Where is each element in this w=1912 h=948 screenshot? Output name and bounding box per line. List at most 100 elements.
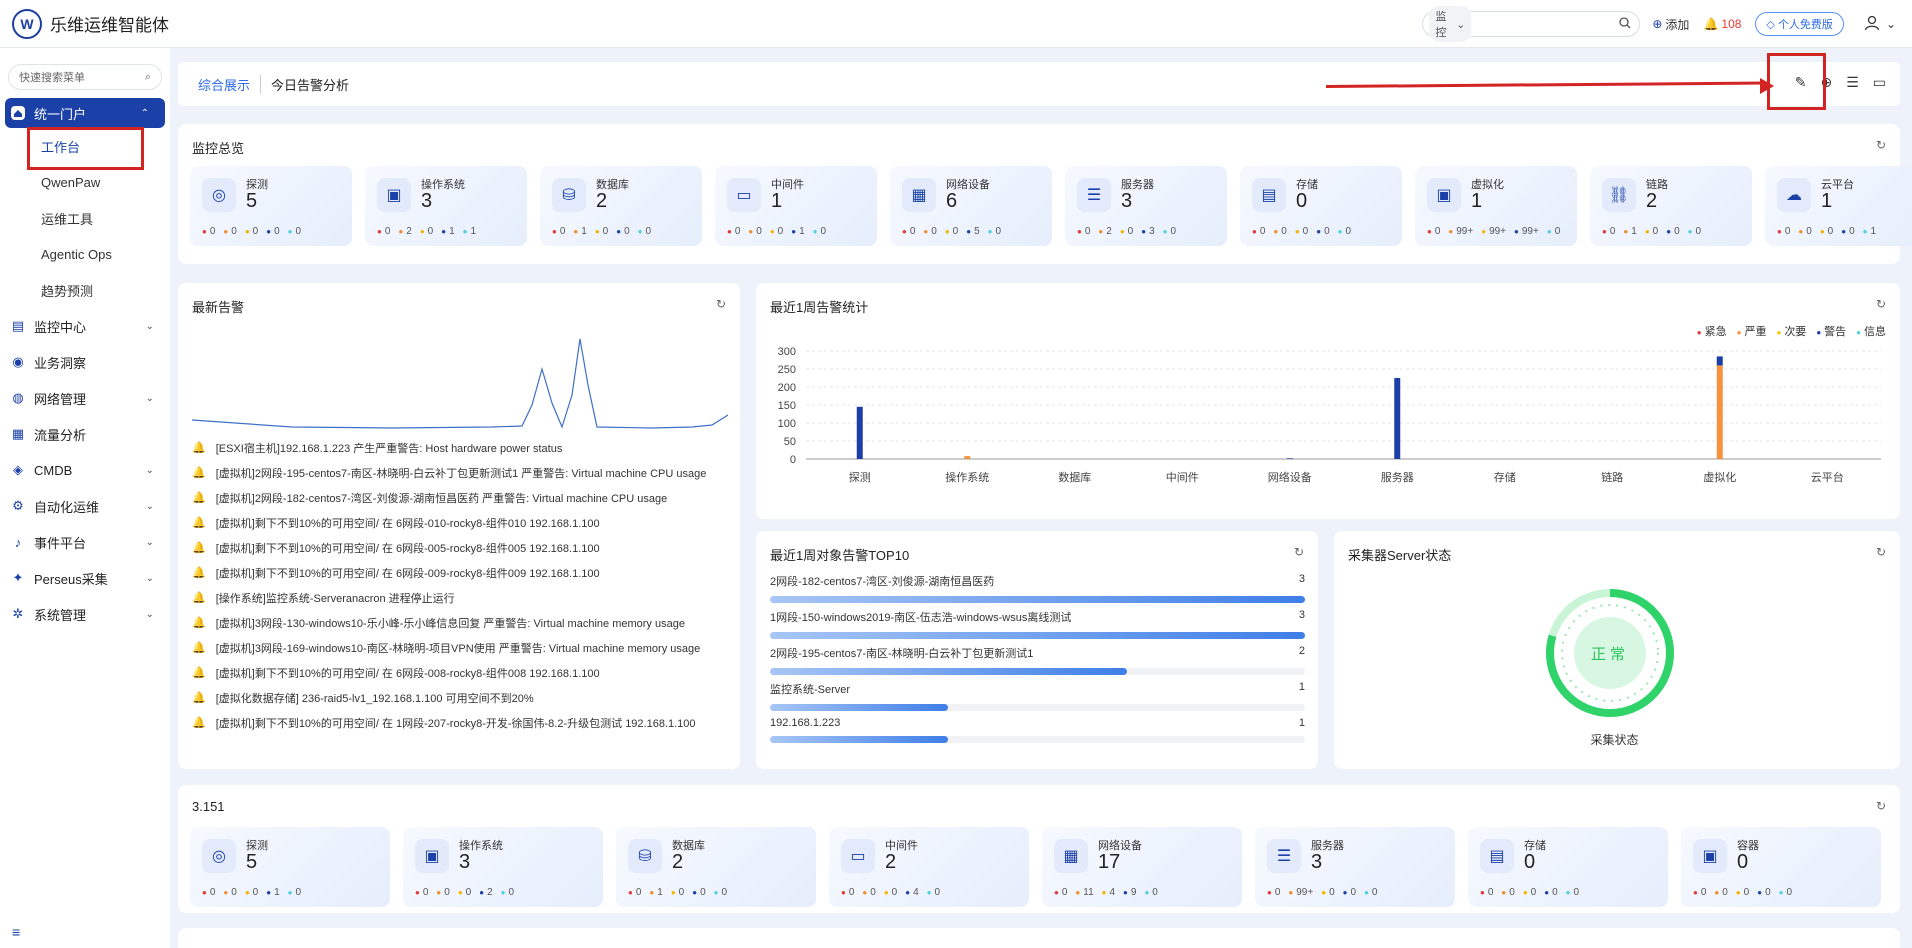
- severity-count: 0: [1841, 226, 1855, 237]
- alert-item[interactable]: 🔔 [虚拟机]剩下不到10%的可用空间/ 在 6网段-008-rocky8-组件0…: [192, 660, 706, 685]
- severity-count: 0: [1666, 226, 1680, 237]
- sidebar-item-system[interactable]: ✲ 系统管理 ⌄: [0, 596, 170, 632]
- next-section-card: [178, 928, 1900, 948]
- stat-card[interactable]: ▭中间件200040: [829, 827, 1029, 907]
- tab-overview[interactable]: 综合展示: [188, 74, 262, 94]
- app-logo[interactable]: W 乐维运维智能体: [12, 8, 169, 39]
- sidebar-subitem-trend[interactable]: 趋势预测: [0, 272, 170, 308]
- sidebar-item-monitor[interactable]: ▤ 监控中心 ⌄: [0, 308, 170, 344]
- sidebar-item-insight[interactable]: ◉ 业务洞察: [0, 344, 170, 380]
- add-button[interactable]: ⊕ 添加: [1652, 16, 1689, 33]
- stat-card[interactable]: ▣容器000000: [1681, 827, 1881, 907]
- refresh-icon[interactable]: ↻: [1876, 138, 1886, 152]
- legend-item[interactable]: 严重: [1737, 323, 1766, 339]
- alert-item[interactable]: 🔔 [虚拟机]2网段-195-centos7-南区-林晓明-白云补丁包更新测试1 …: [192, 460, 706, 485]
- legend-item[interactable]: 紧急: [1697, 323, 1727, 339]
- sidebar-item-portal[interactable]: 统一门户 ⌃: [5, 98, 165, 128]
- severity-count: 1: [1623, 226, 1637, 237]
- sidebar-subitem-ops-tools[interactable]: 运维工具: [0, 200, 170, 236]
- status-gauge: 正常: [1544, 587, 1676, 719]
- stat-card[interactable]: ▦网络设备600050: [890, 166, 1052, 246]
- stat-card[interactable]: ▣操作系统300020: [403, 827, 603, 907]
- search-icon[interactable]: [1619, 16, 1631, 32]
- severity-count: 0: [770, 226, 784, 237]
- stat-card[interactable]: ▭中间件100010: [715, 166, 877, 246]
- stat-card[interactable]: ⛁数据库201000: [616, 827, 816, 907]
- severity-count: 0: [884, 887, 898, 898]
- tab-today-alerts[interactable]: 今日告警分析: [261, 75, 359, 94]
- sidebar-subitem-agentic-ops[interactable]: Agentic Ops: [0, 236, 170, 272]
- category-icon: ⛁: [628, 839, 662, 873]
- alert-item[interactable]: 🔔 [虚拟机]3网段-130-windows10-乐小峰-乐小峰信息回复 严重警告…: [192, 610, 706, 635]
- refresh-icon[interactable]: ↻: [1876, 545, 1886, 559]
- sidebar-item-perseus[interactable]: ✦ Perseus采集 ⌄: [0, 560, 170, 596]
- bell-icon: 🔔: [1703, 17, 1719, 31]
- y-tick-label: 100: [778, 418, 796, 430]
- menu-search-input[interactable]: 快速搜索菜单 ⌕: [8, 64, 162, 90]
- stat-card[interactable]: ⛓链路201000: [1590, 166, 1752, 246]
- refresh-icon[interactable]: ↻: [1876, 799, 1886, 813]
- alert-item[interactable]: 🔔 [虚拟机]剩下不到10%的可用空间/ 在 6网段-005-rocky8-组件0…: [192, 535, 706, 560]
- stat-card[interactable]: ▤存储000000: [1240, 166, 1402, 246]
- severity-count: 0: [945, 226, 959, 237]
- top10-item[interactable]: 1网段-150-windows2019-南区-伍志浩-windows-wsus离…: [770, 609, 1305, 639]
- stat-severity-counts: 00010: [727, 226, 826, 237]
- alert-item[interactable]: 🔔 [虚拟机]2网段-182-centos7-湾区-刘俊源-湖南恒昌医药 严重警告…: [192, 485, 706, 510]
- stat-card[interactable]: ▦网络设备17011490: [1042, 827, 1242, 907]
- top10-item[interactable]: 192.168.1.223 1: [770, 717, 1305, 743]
- stat-card[interactable]: ◎探测500000: [190, 166, 352, 246]
- x-tick-label: 网络设备: [1268, 470, 1312, 484]
- stat-card[interactable]: ▣虚拟化1099+99+99+0: [1415, 166, 1577, 246]
- severity-count: 0: [436, 887, 450, 898]
- alert-item[interactable]: 🔔 [ESXI宿主机]192.168.1.223 产生严重警告: Host har…: [192, 435, 706, 460]
- sidebar-item-automation[interactable]: ⚙ 自动化运维 ⌄: [0, 488, 170, 524]
- legend-item[interactable]: 警告: [1816, 323, 1846, 339]
- legend-item[interactable]: 信息: [1856, 323, 1886, 339]
- top10-item[interactable]: 2网段-195-centos7-南区-林晓明-白云补丁包更新测试1 2: [770, 645, 1305, 675]
- search-input[interactable]: [1477, 18, 1620, 30]
- sidebar-item-cmdb[interactable]: ◈ CMDB ⌄: [0, 452, 170, 488]
- alert-item[interactable]: 🔔 [虚拟机]剩下不到10%的可用空间/ 在 6网段-009-rocky8-组件0…: [192, 560, 706, 585]
- refresh-icon[interactable]: ↻: [716, 297, 726, 311]
- menu-icon[interactable]: ☰: [1846, 74, 1859, 91]
- user-menu[interactable]: ⌄: [1864, 15, 1896, 34]
- severity-count: 0: [223, 887, 237, 898]
- severity-count: 0: [288, 887, 301, 898]
- alert-item[interactable]: 🔔 [操作系统]监控系统-Serveranacron 进程停止运行: [192, 585, 706, 610]
- search-scope-select[interactable]: 监控 ⌄: [1429, 6, 1472, 42]
- stat-card[interactable]: ▤存储000000: [1468, 827, 1668, 907]
- stat-severity-counts: 01000: [1602, 226, 1701, 237]
- alert-item[interactable]: 🔔 [虚拟机]3网段-169-windows10-南区-林晓明-项目VPN使用 严…: [192, 635, 706, 660]
- chevron-down-icon: ⌄: [145, 500, 154, 512]
- top10-item[interactable]: 监控系统-Server 1: [770, 681, 1305, 711]
- alert-item[interactable]: 🔔 [虚拟机]剩下不到10%的可用空间/ 在 1网段-207-rocky8-开发-…: [192, 710, 706, 735]
- alert-item[interactable]: 🔔 [虚拟化数据存储] 236-raid5-lv1_192.168.1.100 可…: [192, 685, 706, 710]
- stat-card[interactable]: ◎探测500010: [190, 827, 390, 907]
- refresh-icon[interactable]: ↻: [1294, 545, 1304, 559]
- stat-card[interactable]: ☰服务器302030: [1065, 166, 1227, 246]
- stat-card[interactable]: ▣操作系统302011: [365, 166, 527, 246]
- stat-card[interactable]: ☰服务器3099+000: [1255, 827, 1455, 907]
- top-bar: W 乐维运维智能体 监控 ⌄ ⊕ 添加 🔔 108 ◇ 个人免费版 ⌄: [0, 0, 1912, 48]
- alert-bell-button[interactable]: 🔔 108: [1703, 17, 1741, 31]
- x-tick-label: 存储: [1494, 470, 1516, 484]
- insight-icon: ◉: [12, 354, 24, 369]
- alert-item[interactable]: 🔔 [虚拟机]剩下不到10%的可用空间/ 在 6网段-010-rocky8-组件0…: [192, 510, 706, 535]
- alert-count: 3: [1298, 573, 1305, 585]
- stat-card[interactable]: ⛁数据库201000: [540, 166, 702, 246]
- refresh-icon[interactable]: ↻: [1876, 297, 1886, 311]
- sidebar-item-events[interactable]: ♪ 事件平台 ⌄: [0, 524, 170, 560]
- stat-card[interactable]: ☁云平台100001: [1765, 166, 1912, 246]
- sidebar-item-traffic[interactable]: ▦ 流量分析: [0, 416, 170, 452]
- sidebar-item-network[interactable]: ◍ 网络管理 ⌄: [0, 380, 170, 416]
- severity-count: 0: [1714, 887, 1728, 898]
- collector-title: 采集器Server状态: [1348, 548, 1452, 563]
- edition-badge[interactable]: ◇ 个人免费版: [1755, 12, 1844, 36]
- collapse-menu-icon[interactable]: ≡: [12, 924, 20, 940]
- fullscreen-icon[interactable]: ▭: [1873, 74, 1886, 91]
- collector-status-card: 采集器Server状态 ↻ 正常 采集状态: [1334, 531, 1900, 769]
- top10-item[interactable]: 2网段-182-centos7-湾区-刘俊源-湖南恒昌医药 3: [770, 573, 1305, 603]
- bell-icon: 🔔: [192, 442, 206, 454]
- legend-item[interactable]: 次要: [1776, 323, 1806, 339]
- object-name: 2网段-195-centos7-南区-林晓明-白云补丁包更新测试1: [770, 648, 1034, 660]
